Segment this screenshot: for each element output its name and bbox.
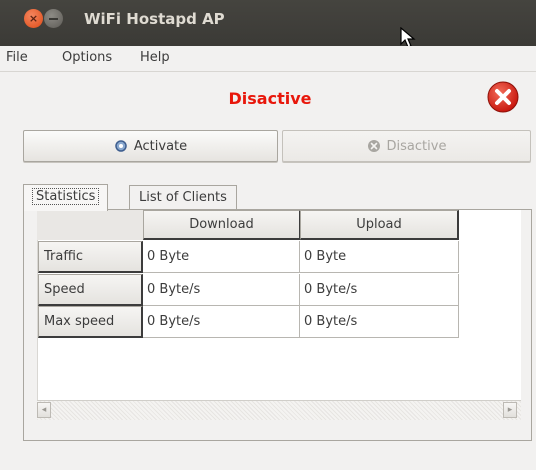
menu-options[interactable]: Options (62, 50, 112, 65)
menu-file[interactable]: File (6, 50, 28, 65)
menu-help[interactable]: Help (140, 50, 170, 65)
close-icon: × (28, 12, 39, 25)
chevron-left-icon: ◂ (41, 405, 47, 415)
title-bar: × WiFi Hostapd AP (0, 0, 536, 48)
window-close-button[interactable]: × (24, 9, 43, 28)
horizontal-scrollbar[interactable] (37, 400, 521, 420)
row-header-speed[interactable]: Speed (38, 274, 143, 306)
traffic-download-cell[interactable]: 0 Byte (143, 241, 300, 273)
disactive-button-label: Disactive (386, 138, 447, 154)
tab-list-of-clients-label: List of Clients (139, 190, 227, 205)
max-speed-upload-cell[interactable]: 0 Byte/s (300, 306, 459, 338)
circle-x-icon (367, 140, 380, 152)
scroll-left-button[interactable]: ◂ (37, 402, 51, 418)
window-title: WiFi Hostapd AP (84, 10, 225, 28)
row-header-traffic[interactable]: Traffic (38, 241, 143, 273)
column-header-upload[interactable]: Upload (300, 210, 459, 240)
window-minimize-button[interactable] (44, 9, 63, 28)
speed-download-cell[interactable]: 0 Byte/s (143, 274, 300, 306)
max-speed-download-cell[interactable]: 0 Byte/s (143, 306, 300, 338)
tab-statistics-label: Statistics (31, 188, 100, 205)
traffic-upload-cell[interactable]: 0 Byte (300, 241, 459, 273)
disactive-button[interactable]: Disactive (282, 130, 531, 162)
speed-upload-cell[interactable]: 0 Byte/s (300, 274, 459, 306)
red-circle-x-icon (487, 81, 519, 113)
status-label: Disactive (228, 89, 312, 108)
scroll-right-button[interactable]: ▸ (503, 402, 517, 418)
activate-button[interactable]: Activate (23, 130, 278, 162)
menu-bar: File Options Help (0, 46, 536, 72)
chevron-right-icon: ▸ (507, 405, 513, 415)
activate-button-label: Activate (133, 138, 188, 154)
tab-list-of-clients[interactable]: List of Clients (129, 185, 237, 209)
row-header-max-speed[interactable]: Max speed (38, 306, 143, 338)
tab-statistics[interactable]: Statistics (23, 184, 109, 211)
gear-icon (115, 140, 127, 152)
table-corner (37, 210, 143, 240)
column-header-download[interactable]: Download (143, 210, 301, 240)
